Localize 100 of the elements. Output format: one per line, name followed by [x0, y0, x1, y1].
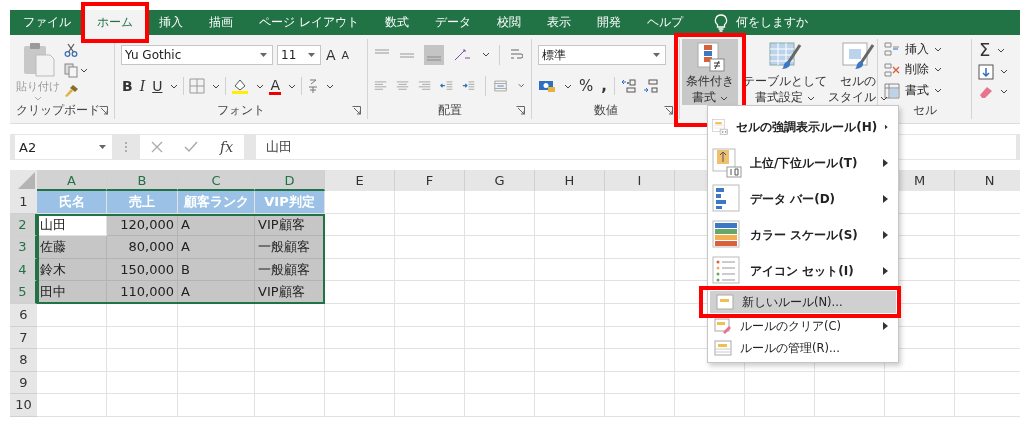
bold-button[interactable]: B	[121, 79, 134, 93]
ribbon-tab[interactable]: ファイル	[10, 10, 84, 35]
merge-cells-icon[interactable]	[494, 78, 508, 93]
fill-color-icon[interactable]	[231, 77, 250, 95]
insert-function-button[interactable]: fx	[220, 139, 234, 155]
caret-icon[interactable]	[564, 83, 572, 89]
dropdown-arrow-icon	[99, 145, 106, 149]
format-cells-icon	[884, 82, 900, 99]
row-header[interactable]: 3	[10, 236, 37, 259]
row-header[interactable]: 6	[10, 303, 37, 327]
column-header[interactable]: I	[605, 170, 675, 191]
empty-cell	[535, 394, 605, 417]
empty-cell	[535, 258, 605, 282]
decrease-decimal-icon[interactable]	[642, 78, 659, 94]
row-header[interactable]: 10	[10, 394, 37, 417]
dialog-launcher-icon[interactable]	[352, 106, 361, 115]
ribbon-tab[interactable]: ページ レイアウト	[246, 10, 372, 35]
row-header[interactable]: 9	[10, 371, 37, 395]
empty-cell	[605, 394, 675, 417]
empty-cell	[325, 303, 395, 327]
row-header[interactable]: 7	[10, 326, 37, 350]
menu-item[interactable]: ルールの管理(R)...	[708, 337, 898, 359]
caret-icon[interactable]	[518, 83, 525, 88]
autosum-button[interactable]: Σ	[978, 41, 992, 60]
column-header[interactable]: N	[955, 170, 1020, 191]
tell-me-search[interactable]: 何をしますか	[735, 14, 808, 31]
shrink-font-button[interactable]: A	[340, 49, 351, 61]
format-painter-icon[interactable]	[64, 84, 79, 98]
row-header[interactable]: 1	[10, 191, 37, 214]
caret-icon[interactable]	[80, 68, 88, 73]
column-header[interactable]: H	[535, 170, 605, 191]
column-header[interactable]: C	[178, 170, 255, 191]
caret-icon[interactable]	[288, 83, 297, 89]
caret-icon[interactable]	[170, 83, 179, 89]
empty-cell	[465, 213, 535, 237]
column-header[interactable]: G	[465, 170, 535, 191]
caret-icon[interactable]	[482, 52, 490, 57]
ribbon-tab[interactable]: 開発	[583, 10, 634, 35]
font-name-select[interactable]: Yu Gothic	[121, 45, 273, 65]
percent-button[interactable]: %	[578, 78, 595, 94]
ribbon-tab[interactable]: ヘルプ	[633, 10, 696, 35]
drag-handle-icon[interactable]	[124, 141, 128, 153]
row-header[interactable]: 8	[10, 349, 37, 372]
ribbon-tab[interactable]: データ	[421, 10, 484, 35]
italic-button[interactable]: I	[138, 79, 147, 93]
grow-font-button[interactable]: A	[325, 48, 337, 62]
increase-decimal-icon[interactable]	[620, 78, 637, 94]
orientation-icon[interactable]	[453, 47, 471, 62]
style-button[interactable]: 条件付き 書式	[682, 39, 738, 106]
phonetic-guide-icon[interactable]	[307, 78, 320, 94]
table-cell: VIP判定	[255, 191, 325, 214]
column-header[interactable]: F	[395, 170, 465, 191]
column-header[interactable]: B	[107, 170, 178, 191]
dialog-launcher-icon[interactable]	[516, 106, 525, 115]
font-size-select[interactable]: 11	[277, 45, 321, 65]
ribbon-tab[interactable]: 挿入	[146, 10, 196, 35]
cells-command-button[interactable]: 挿入	[884, 40, 942, 58]
scissors-icon[interactable]	[64, 43, 78, 57]
dialog-launcher-icon[interactable]	[99, 106, 108, 115]
column-header[interactable]: E	[325, 170, 395, 191]
caret-icon[interactable]	[997, 47, 1006, 53]
caret-icon[interactable]	[1000, 69, 1008, 75]
menu-item[interactable]: ルールのクリア(C)	[708, 315, 898, 337]
cells-command-button[interactable]: 書式	[884, 82, 942, 100]
currency-icon[interactable]	[538, 79, 556, 93]
comma-button[interactable]: ,	[600, 78, 608, 94]
ribbon-tab[interactable]: 校閲	[483, 10, 534, 35]
increase-indent-icon[interactable]	[462, 78, 476, 93]
column-header[interactable]: D	[255, 170, 325, 191]
ribbon-tab[interactable]: 表示	[533, 10, 584, 35]
check-icon[interactable]	[184, 141, 199, 153]
row-header[interactable]: 5	[10, 281, 37, 304]
underline-button[interactable]: U	[151, 79, 164, 93]
empty-cell	[395, 258, 465, 282]
caret-icon[interactable]	[1000, 89, 1008, 95]
ribbon-tab[interactable]: 数式	[371, 10, 422, 35]
menu-item[interactable]: 新しいルール(N)...	[710, 291, 896, 313]
empty-cell	[325, 371, 395, 395]
cells-command-button[interactable]: 削除	[884, 61, 942, 79]
ribbon-tab[interactable]: ホーム	[84, 10, 146, 35]
ribbon-tab[interactable]: 描画	[196, 10, 246, 35]
name-box[interactable]: A2	[15, 135, 112, 159]
caret-icon[interactable]	[212, 83, 221, 89]
empty-cell	[395, 326, 465, 350]
eraser-icon[interactable]	[978, 84, 994, 99]
font-color-button[interactable]: A	[269, 77, 282, 95]
menu-item[interactable]: カラー スケール(S)	[708, 217, 898, 253]
menu-item[interactable]: アイコン セット(I)	[708, 253, 898, 289]
group-label: 配置	[437, 101, 462, 119]
row-header[interactable]: 4	[10, 258, 37, 282]
number-format-select[interactable]: 標準	[538, 45, 666, 65]
row-header[interactable]: 2	[10, 213, 37, 237]
column-header[interactable]: A	[37, 170, 107, 191]
decrease-indent-icon[interactable]	[440, 78, 454, 93]
fill-down-icon[interactable]	[978, 64, 994, 80]
cancel-icon[interactable]	[150, 141, 163, 153]
dialog-launcher-icon[interactable]	[664, 106, 673, 115]
empty-cell	[675, 394, 745, 417]
caret-icon[interactable]	[326, 83, 335, 89]
caret-icon[interactable]	[256, 83, 265, 89]
